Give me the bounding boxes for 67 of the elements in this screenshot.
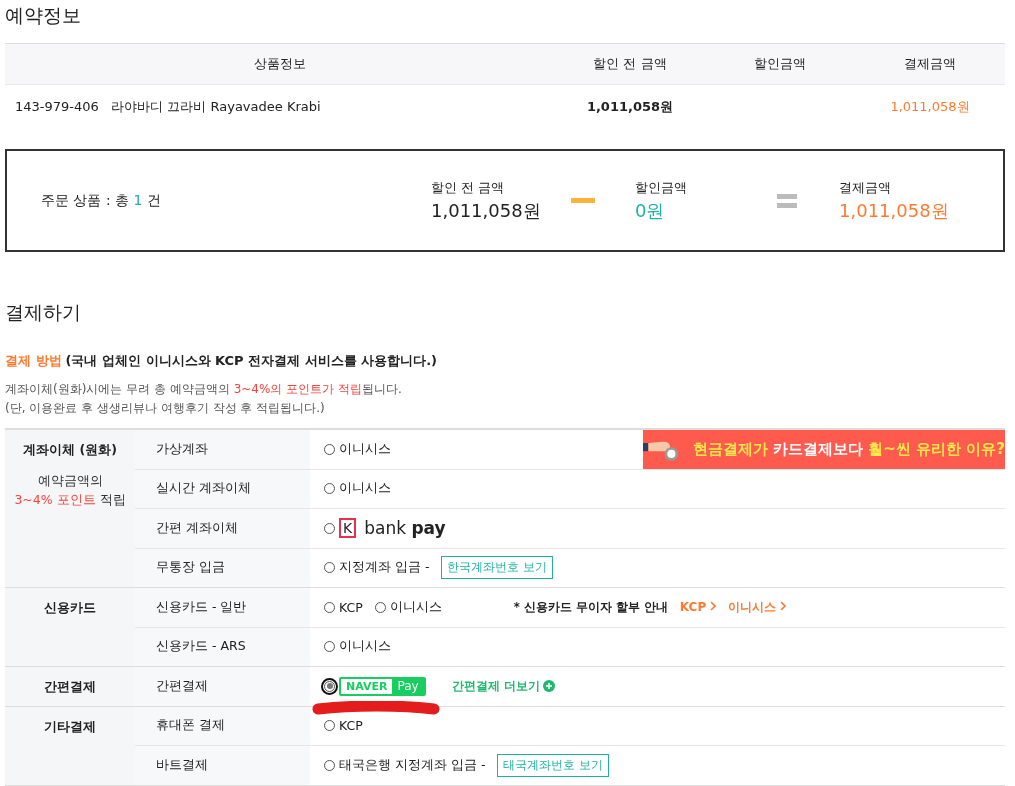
point-note: (단, 이용완료 후 생생리뷰나 여행후기 작성 후 적립됩니다.) xyxy=(5,401,325,415)
radio-label: KCP xyxy=(339,599,363,615)
radio-label: 지정계좌 입금 - xyxy=(339,559,430,577)
group-name: 기타결제 xyxy=(44,718,96,736)
radio-button[interactable] xyxy=(324,759,335,771)
order-count: 주문 상품 : 총 1 건 xyxy=(41,191,161,208)
promo-banner[interactable]: 현금결제가 카드결제보다 훨~씬 유리한 이유? xyxy=(643,430,1005,469)
group-name: 간편결제 xyxy=(44,679,96,696)
method-name: 신용카드 - ARS xyxy=(135,627,310,666)
section-title: 예약정보 xyxy=(5,3,82,28)
radio-button[interactable] xyxy=(324,680,335,692)
radio-button[interactable] xyxy=(324,641,335,653)
radio-button[interactable] xyxy=(324,562,335,574)
section-title: 결제하기 xyxy=(5,300,82,325)
bank-pay-logo-text: bank pay xyxy=(364,518,446,539)
summary-label: 할인 전 금액 xyxy=(431,178,506,197)
column-header: 할인 전 금액 xyxy=(592,55,668,73)
radio-button[interactable] xyxy=(324,601,335,613)
table-cell-text: 143-979-406 라야바디 끄라비 Rayavadee Krabi xyxy=(14,98,322,116)
group-note: 예약금액의 3~4% 포인트 적립 xyxy=(14,472,126,509)
summary-value: 0원 xyxy=(635,198,666,223)
radio-label: 이니시스 xyxy=(339,480,391,498)
account-number-button[interactable]: 태국계좌번호 보기 xyxy=(497,753,610,777)
column-header: 결제금액 xyxy=(903,55,957,73)
radio-button[interactable] xyxy=(324,720,335,732)
method-note: (국내 업체인 이니시스와 KCP 전자결제 서비스를 사용합니다.) xyxy=(65,352,438,370)
group-name: 신용카드 xyxy=(44,600,96,617)
method-name: 간편 계좌이체 xyxy=(135,509,310,548)
info-link[interactable]: 이니시스 xyxy=(728,598,787,616)
method-name: 실시간 계좌이체 xyxy=(135,469,310,508)
radio-label: 이니시스 xyxy=(389,598,442,616)
naver-pay-logo: NAVER Pay xyxy=(339,676,426,696)
chevron-right-icon xyxy=(780,600,787,611)
method-name: 휴대폰 결제 xyxy=(135,706,310,745)
group-name: 계좌이체 (원화) xyxy=(23,442,117,459)
summary-value: 1,011,058원 xyxy=(839,198,950,223)
summary-label: 할인금액 xyxy=(635,178,688,197)
minus-icon xyxy=(571,198,595,203)
method-name: 바트결제 xyxy=(135,746,310,785)
radio-label: 이니시스 xyxy=(339,440,391,458)
radio-button[interactable] xyxy=(374,601,386,613)
chevron-right-icon xyxy=(710,601,717,612)
column-header: 할인금액 xyxy=(753,55,807,73)
radio-label: 이니시스 xyxy=(339,638,391,656)
method-name: 간편결제 xyxy=(135,667,310,706)
k-logo-mark: K xyxy=(339,518,357,539)
method-name: 가상계좌 xyxy=(135,430,310,469)
banner-text: 현금결제가 카드결제보다 훨~씬 유리한 이유? xyxy=(692,439,1005,458)
method-name: 신용카드 - 일반 xyxy=(135,588,310,627)
table-cell-text: 1,011,058원 xyxy=(585,98,675,116)
radio-button[interactable] xyxy=(324,443,335,455)
radio-button[interactable] xyxy=(324,522,335,534)
summary-label: 결제금액 xyxy=(839,178,892,197)
summary-value: 1,011,058원 xyxy=(431,198,542,223)
radio-label: KCP xyxy=(339,718,363,734)
column-header: 상품정보 xyxy=(253,55,307,73)
method-title: 결제 방법 xyxy=(5,352,62,370)
info-link[interactable]: KCP xyxy=(679,600,717,615)
plus-circle-icon xyxy=(542,680,555,693)
installment-note: * 신용카드 무이자 할부 안내 xyxy=(513,599,668,615)
point-note: 계좌이체(원화)시에는 무려 총 예약금액의 3~4%의 포인트가 적립 됩니다. xyxy=(5,382,402,396)
account-number-button[interactable]: 한국계좌번호 보기 xyxy=(441,556,554,580)
radio-button[interactable] xyxy=(324,483,335,495)
more-link[interactable]: 간편결제 더보기 xyxy=(451,677,555,695)
method-name: 무통장 입금 xyxy=(135,548,310,587)
table-cell-text: 1,011,058원 xyxy=(889,98,971,116)
radio-label: 태국은행 지정계좌 입금 - xyxy=(339,756,486,774)
